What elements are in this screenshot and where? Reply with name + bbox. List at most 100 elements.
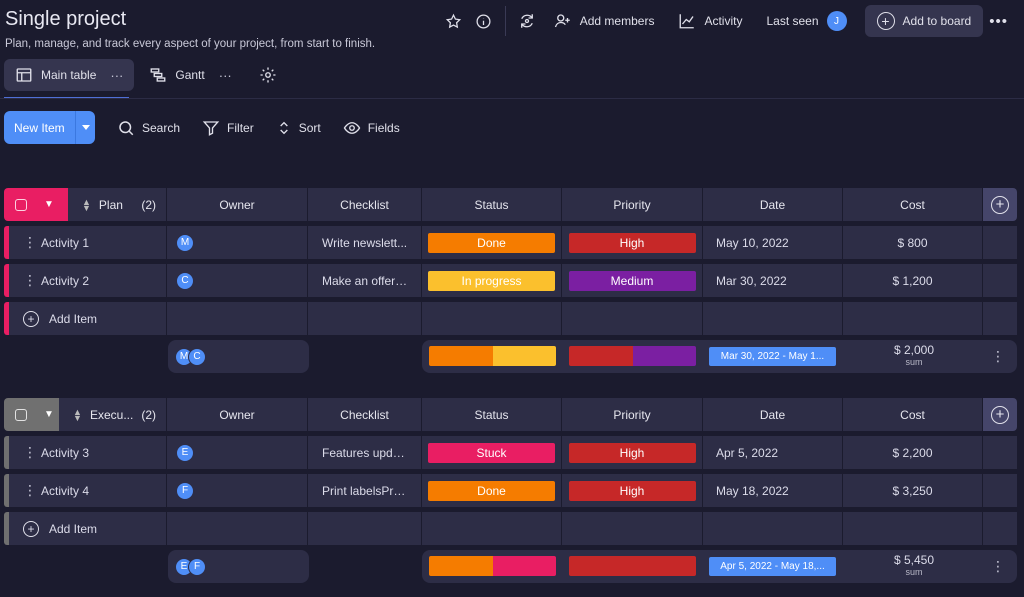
column-header-cost[interactable]: Cost bbox=[843, 398, 983, 431]
more-options-icon[interactable]: ⋮ bbox=[991, 348, 1005, 365]
group-color[interactable]: ▼ bbox=[4, 188, 68, 221]
checklist-cell[interactable]: Print labelsPro... bbox=[308, 474, 422, 507]
more-options-icon[interactable]: ••• bbox=[983, 13, 1014, 30]
date-cell[interactable]: May 10, 2022 bbox=[703, 226, 843, 259]
cost-cell[interactable]: $ 800 bbox=[843, 226, 983, 259]
avatar: J bbox=[826, 11, 847, 31]
sort-button[interactable]: Sort bbox=[276, 119, 321, 137]
empty-cell bbox=[983, 264, 1017, 297]
add-members-button[interactable]: Add members bbox=[542, 5, 667, 37]
tab-main-table[interactable]: Main table ··· bbox=[4, 59, 135, 91]
more-options-icon[interactable]: ⋮ bbox=[991, 558, 1005, 575]
column-header-checklist[interactable]: Checklist bbox=[308, 398, 422, 431]
group-name[interactable]: Plan bbox=[99, 198, 123, 212]
checklist-cell[interactable]: Features updat... bbox=[308, 436, 422, 469]
item-name[interactable]: Activity 3 bbox=[41, 446, 89, 460]
column-header-cost[interactable]: Cost bbox=[843, 188, 983, 221]
tab-gantt[interactable]: Gantt ··· bbox=[138, 59, 242, 91]
column-header-owner[interactable]: Owner bbox=[167, 188, 308, 221]
group-name-cell: ▼ ▲ ▼ Plan (2) bbox=[4, 188, 167, 221]
column-header-priority[interactable]: Priority bbox=[562, 398, 703, 431]
add-column-button[interactable]: + bbox=[983, 188, 1017, 221]
priority-cell[interactable]: Medium bbox=[562, 264, 703, 297]
column-header-owner[interactable]: Owner bbox=[167, 398, 308, 431]
chevron-down-icon[interactable]: ▼ bbox=[44, 409, 54, 420]
chevron-down-icon[interactable] bbox=[75, 111, 95, 144]
fields-button[interactable]: Fields bbox=[343, 119, 400, 137]
item-name-cell[interactable]: ⋮ Activity 2 bbox=[9, 264, 167, 297]
gear-icon[interactable] bbox=[253, 60, 283, 90]
cost-cell[interactable]: $ 3,250 bbox=[843, 474, 983, 507]
owner-cell[interactable]: E bbox=[167, 436, 308, 469]
item-name-cell[interactable]: ⋮ Activity 1 bbox=[9, 226, 167, 259]
table-row[interactable]: ⋮ Activity 2 C Make an offerO... In prog… bbox=[4, 264, 1017, 297]
priority-cell[interactable]: High bbox=[562, 436, 703, 469]
column-header-priority[interactable]: Priority bbox=[562, 188, 703, 221]
column-header-status[interactable]: Status bbox=[422, 398, 562, 431]
priority-cell[interactable]: High bbox=[562, 226, 703, 259]
activity-button[interactable]: Activity bbox=[666, 5, 754, 37]
priority-cell[interactable]: High bbox=[562, 474, 703, 507]
column-header-status[interactable]: Status bbox=[422, 188, 562, 221]
group-name[interactable]: Execu... bbox=[90, 408, 133, 422]
info-icon[interactable] bbox=[469, 6, 499, 36]
empty-cell bbox=[422, 512, 562, 545]
cost-cell[interactable]: $ 2,200 bbox=[843, 436, 983, 469]
owner-cell[interactable]: C bbox=[167, 264, 308, 297]
sync-icon[interactable] bbox=[512, 6, 542, 36]
cost-cell[interactable]: $ 1,200 bbox=[843, 264, 983, 297]
drag-handle-icon[interactable]: ⋮ bbox=[23, 234, 37, 251]
group-checkbox[interactable] bbox=[15, 198, 27, 211]
new-item-button[interactable]: New Item bbox=[4, 111, 95, 144]
empty-cell bbox=[562, 512, 703, 545]
date-cell[interactable]: Mar 30, 2022 bbox=[703, 264, 843, 297]
filter-button[interactable]: Filter bbox=[202, 119, 254, 137]
star-icon[interactable] bbox=[439, 6, 469, 36]
table-row[interactable]: ⋮ Activity 4 F Print labelsPro... Done H… bbox=[4, 474, 1017, 507]
status-cell[interactable]: Done bbox=[422, 226, 562, 259]
item-name-cell[interactable]: ⋮ Activity 3 bbox=[9, 436, 167, 469]
owner-cell[interactable]: F bbox=[167, 474, 308, 507]
avatar: C bbox=[188, 347, 206, 366]
add-item-button[interactable]: + Add Item bbox=[9, 302, 167, 335]
group-summary: M C Mar 30, 2022 - May 1... $ 2,000 sum … bbox=[4, 340, 1017, 373]
column-header-date[interactable]: Date bbox=[703, 398, 843, 431]
drag-handle-icon[interactable]: ⋮ bbox=[23, 482, 37, 499]
plus-circle-icon: + bbox=[991, 195, 1009, 214]
search-button[interactable]: Search bbox=[117, 119, 180, 137]
status-cell[interactable]: In progress bbox=[422, 264, 562, 297]
add-item-row[interactable]: + Add Item bbox=[4, 302, 1017, 335]
add-column-button[interactable]: + bbox=[983, 398, 1017, 431]
add-item-button[interactable]: + Add Item bbox=[9, 512, 167, 545]
chevron-down-icon[interactable]: ▼ bbox=[44, 199, 54, 210]
sort-icon[interactable]: ▲ ▼ bbox=[73, 407, 82, 422]
add-to-board-button[interactable]: + Add to board bbox=[864, 5, 984, 37]
checklist-cell[interactable]: Make an offerO... bbox=[308, 264, 422, 297]
status-cell[interactable]: Done bbox=[422, 474, 562, 507]
more-icon[interactable]: ··· bbox=[219, 68, 232, 83]
column-header-checklist[interactable]: Checklist bbox=[308, 188, 422, 221]
item-name-cell[interactable]: ⋮ Activity 4 bbox=[9, 474, 167, 507]
group-checkbox[interactable] bbox=[15, 408, 27, 421]
date-cell[interactable]: Apr 5, 2022 bbox=[703, 436, 843, 469]
avatar: E bbox=[176, 443, 194, 462]
item-name[interactable]: Activity 4 bbox=[41, 484, 89, 498]
chart-line-icon bbox=[680, 14, 695, 29]
checklist-cell[interactable]: Write newslett... bbox=[308, 226, 422, 259]
owner-cell[interactable]: M bbox=[167, 226, 308, 259]
add-item-label: Add Item bbox=[49, 311, 98, 326]
more-icon[interactable]: ··· bbox=[110, 68, 123, 83]
column-header-date[interactable]: Date bbox=[703, 188, 843, 221]
date-cell[interactable]: May 18, 2022 bbox=[703, 474, 843, 507]
add-item-row[interactable]: + Add Item bbox=[4, 512, 1017, 545]
drag-handle-icon[interactable]: ⋮ bbox=[23, 272, 37, 289]
group-color[interactable]: ▼ bbox=[4, 398, 60, 431]
last-seen-button[interactable]: Last seen J bbox=[754, 5, 858, 37]
table-row[interactable]: ⋮ Activity 3 E Features updat... Stuck H… bbox=[4, 436, 1017, 469]
sort-icon[interactable]: ▲ ▼ bbox=[82, 197, 91, 212]
status-cell[interactable]: Stuck bbox=[422, 436, 562, 469]
item-name[interactable]: Activity 1 bbox=[41, 236, 89, 250]
item-name[interactable]: Activity 2 bbox=[41, 274, 89, 288]
table-row[interactable]: ⋮ Activity 1 M Write newslett... Done Hi… bbox=[4, 226, 1017, 259]
drag-handle-icon[interactable]: ⋮ bbox=[23, 444, 37, 461]
